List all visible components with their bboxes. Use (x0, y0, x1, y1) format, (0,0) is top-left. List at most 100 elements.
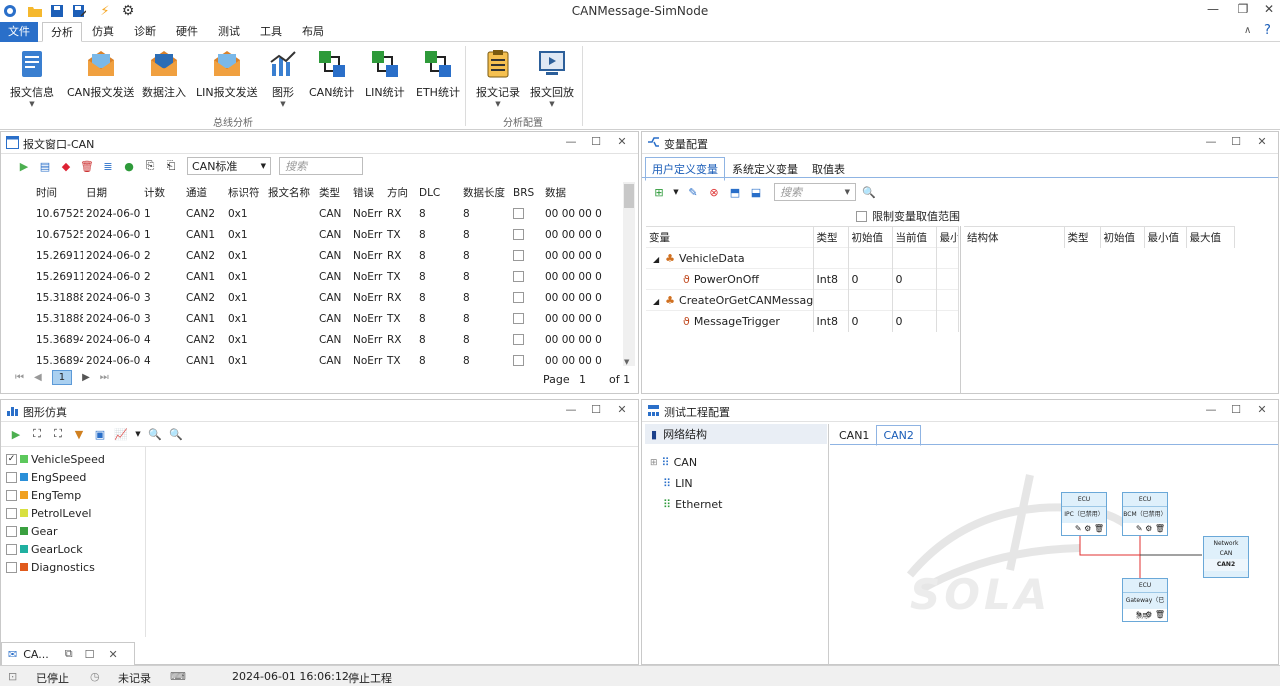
signal-item[interactable]: ✓ VehicleSpeed (6, 450, 144, 468)
table-row[interactable]: 15.3188872024-06-013 CAN2 0x1 CAN NoErr RX 8 8 0… (33, 287, 623, 308)
splitter[interactable] (145, 447, 146, 637)
column-header[interactable]: 方向 (384, 182, 416, 203)
prev-page-icon[interactable]: ◀ (34, 372, 42, 383)
tree-item-ethernet[interactable]: ⠿ Ethernet (650, 494, 722, 515)
table-row[interactable]: 15.2691132024-06-012 CAN1 0x1 CAN NoErr TX 8 8 0… (33, 266, 623, 287)
zoom-in-icon[interactable]: 🔍 (146, 425, 164, 443)
limit-range-checkbox[interactable]: 限制变量取值范围 (856, 208, 960, 224)
float-icon[interactable]: ⧉ (65, 647, 73, 661)
tree-row[interactable]: ϑ MessageTrigger Int8 0 0 (646, 310, 959, 332)
column-header[interactable]: BRS (510, 182, 542, 203)
marker-icon[interactable]: ▼ (70, 425, 88, 443)
signal-item[interactable]: EngTemp (6, 486, 144, 504)
maximize-icon[interactable]: ☐ (588, 135, 604, 148)
collapse-icon[interactable]: ◢ (653, 297, 659, 306)
close-icon[interactable]: ✕ (1254, 135, 1270, 148)
minimize-icon[interactable]: — (563, 403, 579, 416)
zoom-out-icon[interactable]: 🔍 (167, 425, 185, 443)
maximize-icon[interactable]: ☐ (1228, 135, 1244, 148)
first-page-icon[interactable]: ⏮ (15, 372, 24, 383)
can-search-input[interactable]: 搜索 (279, 157, 363, 175)
search-icon[interactable]: 🔍 (860, 183, 878, 201)
chevron-down-icon[interactable]: ▼ (133, 425, 143, 443)
close-icon[interactable]: ✕ (1258, 2, 1280, 18)
signal-checkbox[interactable] (6, 489, 17, 501)
ribbon-record-button[interactable]: 报文记录 ▼ (476, 48, 520, 108)
ribbon-data-inject-button[interactable]: 数据注入 (142, 48, 186, 100)
ribbon-message-info-button[interactable]: 报文信息 ▼ (10, 48, 54, 108)
ecu-actions[interactable]: ✎ ⚙ 🗑 (1123, 609, 1167, 621)
column-header[interactable]: 初始值 (1100, 226, 1145, 248)
list-icon[interactable]: ≣ (99, 157, 117, 175)
collapse-ribbon-icon[interactable]: ∧ (1244, 25, 1251, 36)
export-icon[interactable]: ⬓ (747, 183, 765, 201)
column-header[interactable]: 初始值 (848, 226, 893, 248)
ecu-node-ipc[interactable]: ECU IPC（已禁用） ✎ ⚙ 🗑 (1061, 492, 1107, 536)
signal-checkbox[interactable] (6, 561, 17, 573)
page-number-button[interactable]: 1 (51, 370, 73, 385)
splitter[interactable] (828, 424, 829, 664)
delete-icon[interactable]: ⊗ (705, 183, 723, 201)
maximize-icon[interactable]: ☐ (588, 403, 604, 416)
column-header[interactable]: 最小 (936, 226, 959, 248)
close-icon[interactable]: ✕ (614, 135, 630, 148)
signal-checkbox[interactable] (6, 525, 17, 537)
signal-checkbox[interactable] (6, 507, 17, 519)
tree-item-lin[interactable]: ⠿ LIN (650, 473, 722, 494)
close-icon[interactable]: ✕ (614, 403, 630, 416)
ecu-node-gateway[interactable]: ECU Gateway（已禁用）✎ ⚙ 🗑 (1122, 578, 1168, 622)
signal-item[interactable]: PetrolLevel (6, 504, 144, 522)
scroll-down-icon[interactable]: ▼ (624, 358, 629, 366)
trash-icon[interactable]: 🗑 (78, 157, 96, 175)
tab-can2[interactable]: CAN2 (876, 425, 921, 446)
play-icon[interactable]: ▶ (15, 157, 33, 175)
help-icon[interactable]: ? (1264, 23, 1271, 38)
column-header[interactable]: 结构体 (964, 226, 1065, 248)
minimize-icon[interactable]: — (1202, 2, 1224, 18)
brs-checkbox[interactable] (513, 229, 524, 240)
play-icon[interactable]: ▶ (7, 425, 25, 443)
collapse-icon[interactable]: ◢ (653, 255, 659, 264)
ecu-node-bcm[interactable]: ECU BCM（已禁用） ✎ ⚙ 🗑 (1122, 492, 1168, 536)
minimize-icon[interactable]: — (1203, 403, 1219, 416)
tree-row[interactable]: ϑ PowerOnOff Int8 0 0 (646, 268, 959, 290)
table-row[interactable]: 15.3188872024-06-013 CAN1 0x1 CAN NoErr TX 8 8 0… (33, 308, 623, 329)
column-header[interactable]: 通道 (183, 182, 225, 203)
menu-simulation[interactable]: 仿真 (84, 22, 122, 42)
table-row[interactable]: 10.6752522024-06-011 CAN1 0x1 CAN NoErr TX 8 8 0… (33, 224, 623, 245)
table-row[interactable]: 15.3689482024-06-014 CAN1 0x1 CAN NoErr TX 8 8 0… (33, 350, 623, 371)
ribbon-lin-send-button[interactable]: LIN报文发送 (196, 48, 258, 100)
next-page-icon[interactable]: ▶ (82, 372, 90, 383)
brs-checkbox[interactable] (513, 250, 524, 261)
maximize-icon[interactable]: ☐ (1228, 403, 1244, 416)
fit-x-icon[interactable]: ⛶ (28, 425, 46, 443)
signal-item[interactable]: Diagnostics (6, 558, 144, 576)
splitter[interactable] (960, 226, 961, 394)
last-page-icon[interactable]: ⏭ (100, 372, 109, 383)
ecu-actions[interactable]: ✎ ⚙ 🗑 (1123, 523, 1167, 535)
table-row[interactable]: 15.3689482024-06-014 CAN2 0x1 CAN NoErr RX 8 8 0… (33, 329, 623, 350)
column-header[interactable]: 类型 (316, 182, 350, 203)
signal-checkbox[interactable]: ✓ (6, 453, 17, 465)
restore-icon[interactable]: ❐ (1232, 2, 1254, 18)
brs-checkbox[interactable] (513, 334, 524, 345)
column-header[interactable]: 最大值 (1186, 226, 1235, 248)
brs-checkbox[interactable] (513, 271, 524, 282)
menu-diagnostics[interactable]: 诊断 (126, 22, 164, 42)
brs-checkbox[interactable] (513, 313, 524, 324)
topology-canvas[interactable]: SOLA ECU IPC（已禁用） ✎ ⚙ 🗑 ECU BCM（已禁用） ✎ ⚙ 🗑 E… (830, 445, 1278, 664)
ribbon-eth-stats-button[interactable]: ETH统计 (416, 48, 460, 100)
ribbon-can-stats-button[interactable]: CAN统计 (309, 48, 354, 100)
minimize-icon[interactable]: — (1203, 135, 1219, 148)
maximize-icon[interactable]: ☐ (85, 648, 95, 661)
signal-item[interactable]: EngSpeed (6, 468, 144, 486)
column-header[interactable]: 类型 (1064, 226, 1101, 248)
checkbox[interactable] (856, 210, 867, 222)
minimize-icon[interactable]: — (563, 135, 579, 148)
table-row[interactable]: 10.6752522024-06-011 CAN2 0x1 CAN NoErr RX 8 8 0… (33, 203, 623, 224)
signal-item[interactable]: Gear (6, 522, 144, 540)
column-header[interactable]: 标识符 (225, 182, 265, 203)
document-icon[interactable]: ▤ (36, 157, 54, 175)
menu-test[interactable]: 测试 (210, 22, 248, 42)
menu-tools[interactable]: 工具 (252, 22, 290, 42)
